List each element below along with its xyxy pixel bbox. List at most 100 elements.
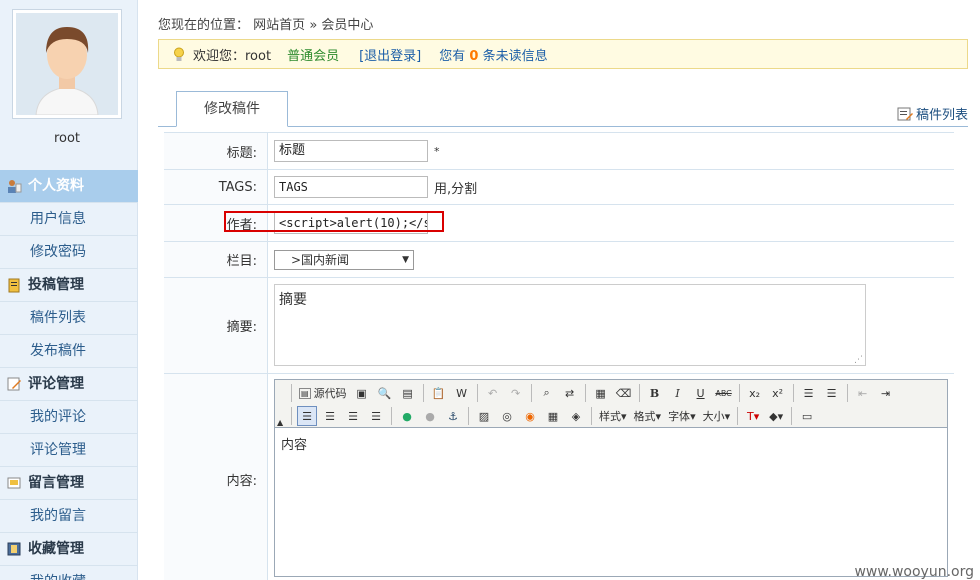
maximize-icon[interactable]: ▭ [797,406,817,426]
find-icon[interactable]: ⌕ [537,383,557,403]
unread-prefix: 您有 [439,48,466,64]
subscript-icon[interactable]: x₂ [745,383,765,403]
preview-icon[interactable]: 🔍 [375,383,395,403]
welcome-text: 欢迎您：root [193,48,272,64]
outdent-icon[interactable]: ⇤ [853,383,873,403]
redo-icon[interactable]: ↷ [506,383,526,403]
column-label: 栏目: [164,242,268,277]
title-label: 标题: [164,133,268,169]
media-icon[interactable]: ◉ [520,406,540,426]
tab-edit-draft[interactable]: 修改稿件 [176,91,288,127]
sidebar-section-messages[interactable]: 留言管理 [0,467,138,500]
align-right-icon[interactable]: ☰ [343,406,363,426]
undo-icon[interactable]: ↶ [483,383,503,403]
breadcrumb-current: 会员中心 [321,18,374,33]
resize-grip-icon[interactable]: ⋰ [854,355,863,365]
breadcrumb-separator: » [309,18,318,33]
title-input[interactable]: 标题 [274,140,428,162]
column-selected: >国内新闻 [279,253,350,267]
size-dropdown[interactable]: 大小 ▾ [701,406,733,426]
paste-icon[interactable]: 📋 [429,383,449,403]
tags-input[interactable]: TAGS [274,176,428,198]
ordered-list-icon[interactable]: ☰ [799,383,819,403]
editor-toolbar: ▤ 源代码 ▣ 🔍 ▤ 📋 W ↶ ↷ ⌕ ⇄ ▦ ⌫ B I U ABC x₂… [275,380,947,428]
tags-label: TAGS: [164,170,268,204]
unread-suffix: 条未读信息 [482,48,548,64]
lightbulb-icon [174,47,184,61]
breadcrumb-home-link[interactable]: 网站首页 [253,18,305,33]
avatar-image [16,13,118,115]
indent-icon[interactable]: ⇥ [876,383,896,403]
sidebar-section-submissions[interactable]: 投稿管理 [0,269,138,302]
sidebar-item-manage-comments[interactable]: 评论管理 [0,434,138,467]
sidebar-item-my-bookmarks[interactable]: 我的收藏 [0,566,138,580]
sidebar-item-publish[interactable]: 发布稿件 [0,335,138,368]
sidebar-item-change-password[interactable]: 修改密码 [0,236,138,269]
table-icon[interactable]: ▦ [543,406,563,426]
strikethrough-icon[interactable]: ABC [714,383,734,403]
breadcrumb-prefix: 您现在的位置： [158,18,250,33]
special-char-icon[interactable]: ◈ [566,406,586,426]
styles-label: 样式 [599,410,621,423]
source-button[interactable]: ▤ 源代码 [297,383,349,403]
sidebar-section-title: 留言管理 [28,474,84,491]
sidebar-section-title: 个人资料 [28,177,84,194]
align-justify-icon[interactable]: ☰ [366,406,386,426]
select-all-icon[interactable]: ▦ [591,383,611,403]
flash-icon[interactable]: ◎ [497,406,517,426]
page: root 个人资料 用户信息 修改密码 投稿管理 稿件列表 发布稿件 评论管理 … [0,0,980,580]
column-select[interactable]: >国内新闻 ▼ [274,249,414,270]
remove-format-icon[interactable]: ⌫ [614,383,634,403]
sidebar-item-my-comments[interactable]: 我的评论 [0,401,138,434]
italic-icon[interactable]: I [668,383,688,403]
toolbar-collapse-icon[interactable]: ▲ [277,418,283,427]
replace-icon[interactable]: ⇄ [560,383,580,403]
summary-text: 摘要 [279,292,307,308]
watermark: www.wooyun.org [854,564,974,580]
sidebar-item-draft-list[interactable]: 稿件列表 [0,302,138,335]
tags-row: TAGS: TAGS 用,分割 [164,170,954,205]
message-icon [7,477,21,489]
member-level: 普通会员 [287,48,340,64]
sidebar-item-my-messages[interactable]: 我的留言 [0,500,138,533]
sidebar-section-profile[interactable]: 个人资料 [0,170,138,203]
unlink-icon[interactable]: ● [420,406,440,426]
align-left-icon[interactable]: ☰ [297,406,317,426]
sidebar-section-comments[interactable]: 评论管理 [0,368,138,401]
paste-word-icon[interactable]: W [452,383,472,403]
editor-toolbar-row-2: ☰ ☰ ☰ ☰ ● ● ⚓ ▨ ◎ ◉ ▦ ◈ 样式 ▾ 格式 ▾ 字体 ▾ 大… [289,405,817,427]
font-dropdown[interactable]: 字体 ▾ [666,406,698,426]
unordered-list-icon[interactable]: ☰ [822,383,842,403]
comment-edit-icon [7,377,21,391]
styles-dropdown[interactable]: 样式 ▾ [597,406,629,426]
sidebar-section-title: 投稿管理 [28,276,84,293]
summary-textarea[interactable]: 摘要 ⋰ [274,284,866,366]
image-icon[interactable]: ▨ [474,406,494,426]
template-icon[interactable]: ▤ [398,383,418,403]
draft-list-link[interactable]: 稿件列表 [897,104,968,123]
sidebar-menu: 个人资料 用户信息 修改密码 投稿管理 稿件列表 发布稿件 评论管理 我的评论 … [0,170,138,580]
content-row: 内容: ▤ 源代码 ▣ 🔍 ▤ 📋 W ↶ ↷ ⌕ ⇄ ▦ ⌫ B I U AB… [164,374,954,580]
superscript-icon[interactable]: x² [768,383,788,403]
column-row: 栏目: >国内新闻 ▼ [164,242,954,278]
logout-link[interactable]: [退出登录] [359,45,421,64]
bold-icon[interactable]: B [645,383,665,403]
save-icon[interactable]: ▣ [352,383,372,403]
align-center-icon[interactable]: ☰ [320,406,340,426]
summary-label: 摘要: [164,278,268,373]
font-label: 字体 [668,410,691,423]
link-icon[interactable]: ● [397,406,417,426]
underline-icon[interactable]: U [691,383,711,403]
bg-color-icon[interactable]: ◆▾ [766,406,786,426]
sidebar: root 个人资料 用户信息 修改密码 投稿管理 稿件列表 发布稿件 评论管理 … [0,0,138,580]
unread-messages-link[interactable]: 您有 0 条未读信息 [439,45,547,64]
sidebar-item-user-info[interactable]: 用户信息 [0,203,138,236]
editor-content[interactable]: 内容 [275,428,947,459]
anchor-icon[interactable]: ⚓ [443,406,463,426]
text-color-icon[interactable]: T▾ [743,406,763,426]
format-label: 格式 [633,410,656,423]
editor-toolbar-row-1: ▤ 源代码 ▣ 🔍 ▤ 📋 W ↶ ↷ ⌕ ⇄ ▦ ⌫ B I U ABC x₂… [289,382,896,404]
draft-list-label: 稿件列表 [915,108,968,123]
sidebar-section-bookmarks[interactable]: 收藏管理 [0,533,138,566]
format-dropdown[interactable]: 格式 ▾ [632,406,664,426]
